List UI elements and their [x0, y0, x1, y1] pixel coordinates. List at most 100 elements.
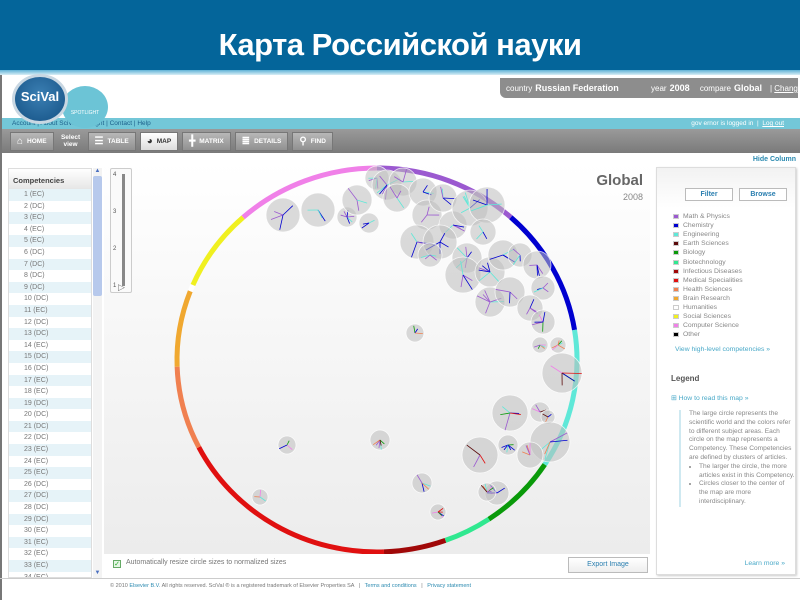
- competency-item[interactable]: 25 (EC): [9, 467, 91, 479]
- link-bar: Account | About SciVal Spotlight | Conta…: [2, 118, 800, 129]
- category-item[interactable]: Other: [673, 330, 743, 339]
- competency-item[interactable]: 18 (EC): [9, 386, 91, 398]
- competencies-scrollbar[interactable]: ▲ ▼: [93, 168, 102, 578]
- learn-more-link[interactable]: Learn more »: [745, 560, 785, 567]
- logout-link[interactable]: Log out: [762, 120, 784, 127]
- competency-item[interactable]: 13 (DC): [9, 328, 91, 340]
- compare-label: compare: [699, 84, 731, 93]
- competency-item[interactable]: 27 (DC): [9, 490, 91, 503]
- competency-item[interactable]: 28 (DC): [9, 502, 91, 514]
- category-item[interactable]: Brain Research: [673, 294, 743, 303]
- competency-item[interactable]: 4 (EC): [9, 224, 91, 236]
- competency-item[interactable]: 14 (EC): [9, 340, 91, 352]
- category-item[interactable]: Social Sciences: [673, 312, 743, 321]
- competency-item[interactable]: 31 (EC): [9, 536, 91, 549]
- competency-item[interactable]: 11 (EC): [9, 304, 91, 317]
- privacy-link[interactable]: Privacy statement: [427, 583, 471, 589]
- filter-button[interactable]: Filter: [685, 188, 733, 201]
- home-button[interactable]: ⌂ HOME: [10, 131, 54, 151]
- view-high-level-link[interactable]: View high-level competencies »: [675, 346, 770, 353]
- elsevier-link[interactable]: Elsevier B.V.: [129, 583, 160, 589]
- scival-logo[interactable]: SciVal: [12, 74, 68, 124]
- competency-item[interactable]: 30 (EC): [9, 525, 91, 537]
- competency-item[interactable]: 20 (DC): [9, 409, 91, 421]
- competency-item[interactable]: 22 (DC): [9, 432, 91, 444]
- ring-segment: [383, 538, 447, 554]
- category-item[interactable]: Biotechnology: [673, 257, 743, 266]
- science-map[interactable]: [104, 162, 650, 554]
- competency-item[interactable]: 6 (DC): [9, 247, 91, 259]
- category-item[interactable]: Infectious Diseases: [673, 267, 743, 276]
- category-item[interactable]: Chemistry: [673, 221, 743, 230]
- category-swatch: [673, 259, 679, 265]
- competency-item[interactable]: 29 (DC): [9, 513, 91, 526]
- category-legend: Math & Physics Chemistry Engineering Earth …: [673, 212, 743, 339]
- competency-item[interactable]: 3 (EC): [9, 212, 91, 224]
- competency-item[interactable]: 1 (EC): [9, 189, 91, 201]
- competency-item[interactable]: 7 (DC): [9, 258, 91, 271]
- contact-link[interactable]: Contact: [110, 120, 132, 127]
- logo-text: SciVal: [20, 89, 60, 104]
- find-button[interactable]: ⚲ FIND: [292, 131, 333, 151]
- right-panel: Filter Browse Math & Physics Chemistry Eng…: [656, 167, 796, 575]
- hide-column-link[interactable]: Hide Column: [753, 156, 796, 163]
- slider-label: 1: [113, 283, 117, 289]
- competency-item[interactable]: 8 (DC): [9, 270, 91, 282]
- competency-item[interactable]: 9 (DC): [9, 281, 91, 294]
- category-item[interactable]: Humanities: [673, 303, 743, 312]
- details-button[interactable]: ≣ DETAILS: [234, 131, 289, 151]
- category-label: Engineering: [683, 231, 720, 239]
- competency-item[interactable]: 5 (EC): [9, 235, 91, 247]
- category-item[interactable]: Biology: [673, 248, 743, 257]
- slider-knob[interactable]: ▷: [118, 282, 125, 293]
- year-label: year: [651, 84, 667, 93]
- competency-item[interactable]: 10 (DC): [9, 293, 91, 305]
- details-icon: ≣: [241, 135, 251, 147]
- zoom-slider[interactable]: 4 3 2 1 ▷: [110, 168, 132, 293]
- spotlight-logo: SPOTLIGHT: [62, 86, 108, 128]
- competency-item[interactable]: 16 (DC): [9, 363, 91, 375]
- legend-description: The large circle represents the scientif…: [689, 410, 792, 461]
- scrollbar-thumb[interactable]: [93, 176, 102, 296]
- footer: © 2010 Elsevier B.V. All rights reserved…: [0, 578, 800, 594]
- map-button[interactable]: ◕ MAP: [139, 131, 179, 151]
- export-image-button[interactable]: Export Image: [568, 557, 648, 573]
- category-item[interactable]: Engineering: [673, 230, 743, 239]
- category-item[interactable]: Computer Science: [673, 321, 743, 330]
- browse-button[interactable]: Browse: [739, 188, 787, 201]
- competency-item[interactable]: 19 (DC): [9, 397, 91, 410]
- competency-item[interactable]: 23 (EC): [9, 444, 91, 456]
- scroll-down-icon[interactable]: ▼: [93, 570, 102, 578]
- slider-track[interactable]: [122, 174, 125, 286]
- change-link[interactable]: Change ▼: [774, 84, 800, 93]
- competency-item[interactable]: 26 (DC): [9, 479, 91, 491]
- competency-item[interactable]: 17 (EC): [9, 374, 91, 387]
- help-link[interactable]: Help: [137, 120, 150, 127]
- category-item[interactable]: Math & Physics: [673, 212, 743, 221]
- terms-link[interactable]: Terms and conditions: [365, 583, 417, 589]
- how-to-read-link[interactable]: ⊞ How to read this map »: [671, 394, 748, 402]
- competency-item[interactable]: 15 (DC): [9, 351, 91, 363]
- country-label: country: [506, 84, 533, 93]
- category-item[interactable]: Earth Sciences: [673, 239, 743, 248]
- competency-item[interactable]: 24 (EC): [9, 456, 91, 468]
- footer-separator: |: [358, 583, 361, 589]
- category-label: Biotechnology: [683, 258, 726, 266]
- competency-item[interactable]: 32 (EC): [9, 548, 91, 560]
- category-item[interactable]: Medical Specialities: [673, 276, 743, 285]
- category-swatch: [673, 268, 679, 274]
- competency-item[interactable]: 2 (DC): [9, 201, 91, 213]
- competency-item[interactable]: 12 (DC): [9, 317, 91, 329]
- category-label: Brain Research: [683, 294, 730, 302]
- competency-item[interactable]: 21 (DC): [9, 420, 91, 433]
- country-value: Russian Federation: [535, 83, 619, 93]
- matrix-button[interactable]: ╋ MATRIX: [182, 131, 231, 151]
- auto-resize-checkbox[interactable]: ✓: [113, 560, 121, 568]
- competency-item[interactable]: 33 (EC): [9, 560, 91, 572]
- slider-label: 2: [113, 246, 117, 252]
- category-swatch: [673, 232, 679, 238]
- footer-separator: |: [421, 583, 423, 589]
- category-item[interactable]: Health Sciences: [673, 285, 743, 294]
- table-button[interactable]: ☰ TABLE: [87, 131, 136, 151]
- scroll-up-icon[interactable]: ▲: [93, 168, 102, 176]
